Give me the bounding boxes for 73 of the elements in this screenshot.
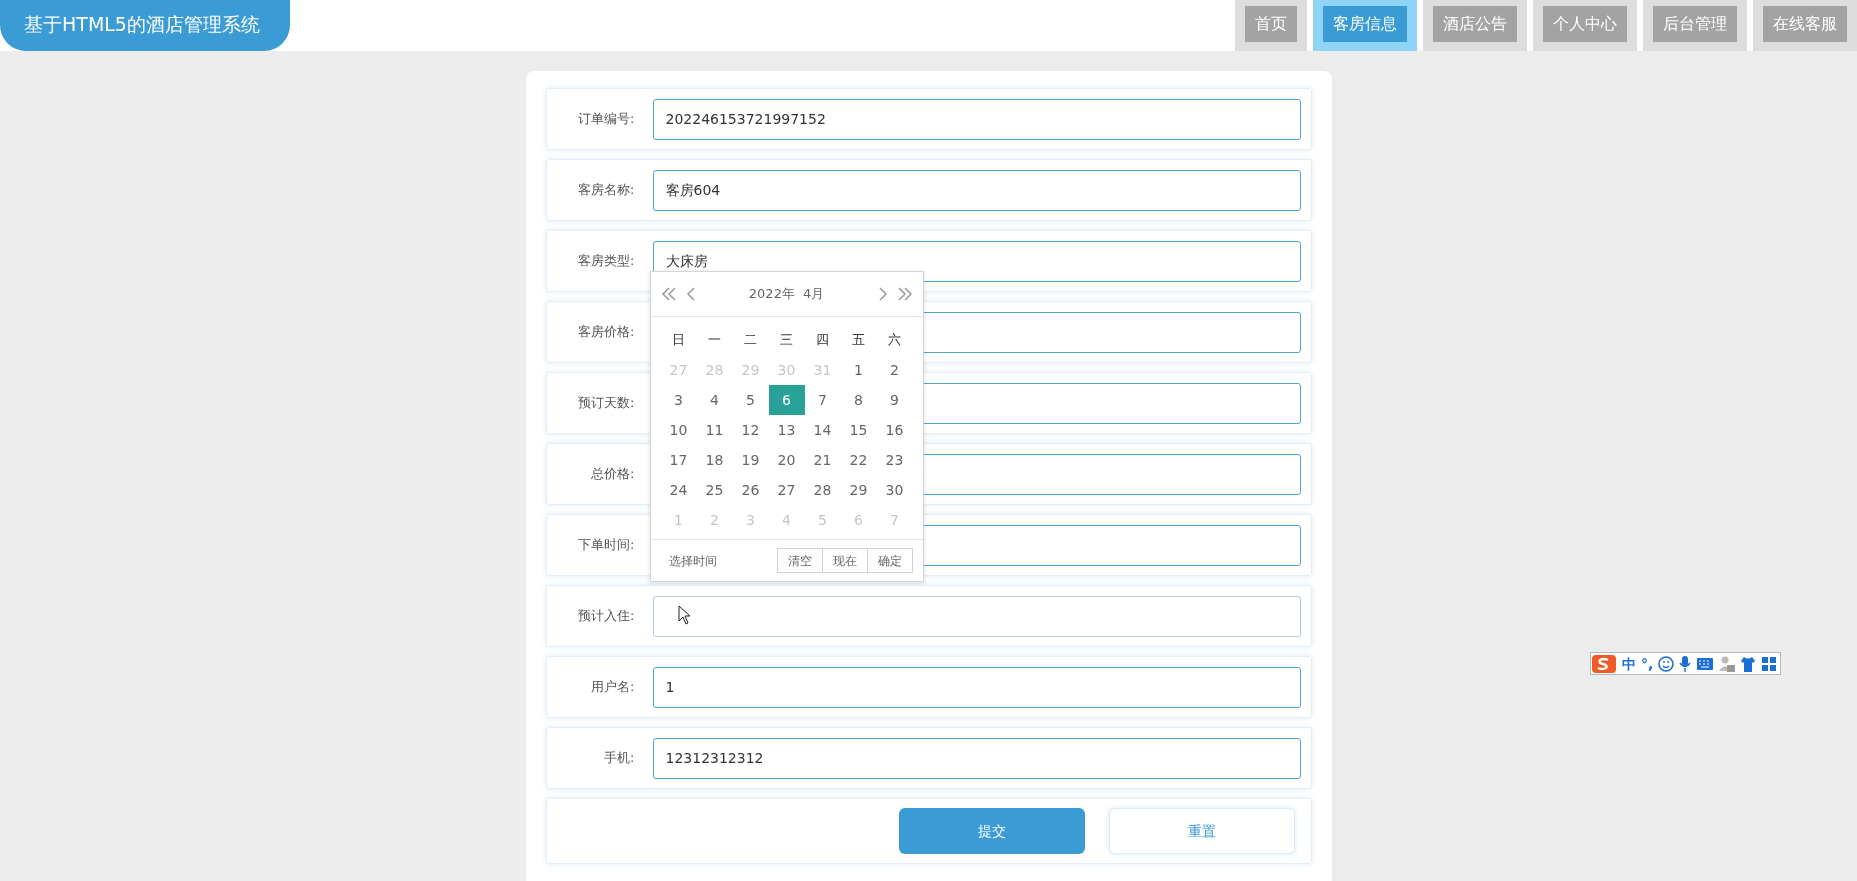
calendar-day[interactable]: 5 bbox=[732, 385, 769, 415]
calendar-day[interactable]: 11 bbox=[696, 415, 733, 445]
weekday-label: 日 bbox=[671, 331, 686, 350]
calendar-day[interactable]: 22 bbox=[840, 445, 877, 475]
nav-tab[interactable]: 客房信息 bbox=[1323, 6, 1407, 42]
calendar-day[interactable]: 23 bbox=[876, 445, 913, 475]
calendar-day[interactable]: 29 bbox=[840, 475, 877, 505]
field-label: 订单编号: bbox=[577, 110, 636, 129]
field-label: 下单时间: bbox=[577, 536, 636, 555]
select-time-link[interactable]: 选择时间 bbox=[668, 551, 717, 570]
calendar-day[interactable]: 16 bbox=[876, 415, 913, 445]
calendar-day[interactable]: 13 bbox=[768, 415, 805, 445]
picker-button[interactable]: 现在 bbox=[821, 548, 868, 573]
double-chevron-right-icon[interactable] bbox=[896, 286, 913, 302]
month-label[interactable]: 4月 bbox=[802, 286, 825, 302]
calendar-day[interactable]: 9 bbox=[876, 385, 913, 415]
calendar-day[interactable]: 26 bbox=[732, 475, 769, 505]
field-label: 客房价格: bbox=[577, 323, 636, 342]
field-label: 客房名称: bbox=[577, 181, 636, 200]
input-field[interactable]: 客房604 bbox=[652, 169, 1301, 211]
user-icon[interactable] bbox=[1719, 654, 1736, 673]
weekday-label: 二 bbox=[743, 331, 758, 350]
calendar-day[interactable]: 2 bbox=[876, 355, 913, 385]
picker-button[interactable]: 确定 bbox=[866, 548, 913, 573]
calendar-day[interactable]: 3 bbox=[660, 385, 697, 415]
calendar-day[interactable]: 30 bbox=[876, 475, 913, 505]
calendar-day[interactable]: 7 bbox=[804, 385, 841, 415]
weekday-label: 五 bbox=[851, 331, 866, 350]
ime-logo-icon[interactable] bbox=[1591, 652, 1617, 675]
weekday-label: 六 bbox=[887, 331, 902, 350]
calendar-day[interactable]: 25 bbox=[696, 475, 733, 505]
calendar-day[interactable]: 21 bbox=[804, 445, 841, 475]
calendar-day[interactable]: 19 bbox=[732, 445, 769, 475]
input-field[interactable]: 202246153721997152 bbox=[652, 98, 1301, 140]
calendar-day[interactable]: 27 bbox=[768, 475, 805, 505]
site-title: 基于HTML5的酒店管理系统 bbox=[0, 0, 290, 51]
reset-button[interactable]: 重置 bbox=[1108, 808, 1295, 854]
year-label[interactable]: 2022年 bbox=[748, 286, 795, 302]
calendar-day[interactable]: 12 bbox=[732, 415, 769, 445]
calendar-day[interactable]: 17 bbox=[660, 445, 697, 475]
double-chevron-left-icon[interactable] bbox=[660, 286, 677, 302]
input-mode-toggle[interactable]: 中 bbox=[1622, 656, 1636, 671]
calendar-day[interactable]: 10 bbox=[660, 415, 697, 445]
picker-button[interactable]: 清空 bbox=[776, 548, 823, 573]
grid-menu-icon[interactable] bbox=[1761, 654, 1778, 673]
field-label: 手机: bbox=[603, 749, 636, 768]
weekday-label: 一 bbox=[707, 331, 722, 350]
field-label: 客房类型: bbox=[577, 252, 636, 271]
calendar-day[interactable]: 24 bbox=[660, 475, 697, 505]
calendar-day[interactable]: 1 bbox=[840, 355, 877, 385]
field-label: 预订天数: bbox=[577, 394, 636, 413]
punctuation-toggle[interactable]: °, bbox=[1641, 656, 1654, 671]
calendar-day[interactable]: 15 bbox=[840, 415, 877, 445]
calendar-day[interactable]: 8 bbox=[840, 385, 877, 415]
submit-button[interactable]: 提交 bbox=[898, 808, 1085, 854]
smiley-icon[interactable] bbox=[1658, 654, 1675, 673]
weekday-label: 三 bbox=[779, 331, 794, 350]
calendar-day[interactable]: 28 bbox=[804, 475, 841, 505]
weekday-label: 四 bbox=[815, 331, 830, 350]
shirt-icon[interactable] bbox=[1740, 654, 1757, 673]
microphone-icon[interactable] bbox=[1679, 654, 1692, 673]
calendar-day[interactable]: 4 bbox=[696, 385, 733, 415]
field-label: 用户名: bbox=[590, 678, 636, 697]
input-field[interactable]: 12312312312 bbox=[652, 737, 1301, 779]
calendar-day[interactable]: 6 bbox=[768, 385, 805, 415]
field-label: 总价格: bbox=[590, 465, 636, 484]
input-field[interactable] bbox=[652, 595, 1301, 637]
calendar-day[interactable]: 18 bbox=[696, 445, 733, 475]
mouse-pointer-icon bbox=[677, 605, 692, 625]
field-label: 预计入住: bbox=[577, 607, 636, 626]
calendar-day[interactable]: 20 bbox=[768, 445, 805, 475]
input-field[interactable]: 1 bbox=[652, 666, 1301, 708]
calendar-day[interactable]: 14 bbox=[804, 415, 841, 445]
